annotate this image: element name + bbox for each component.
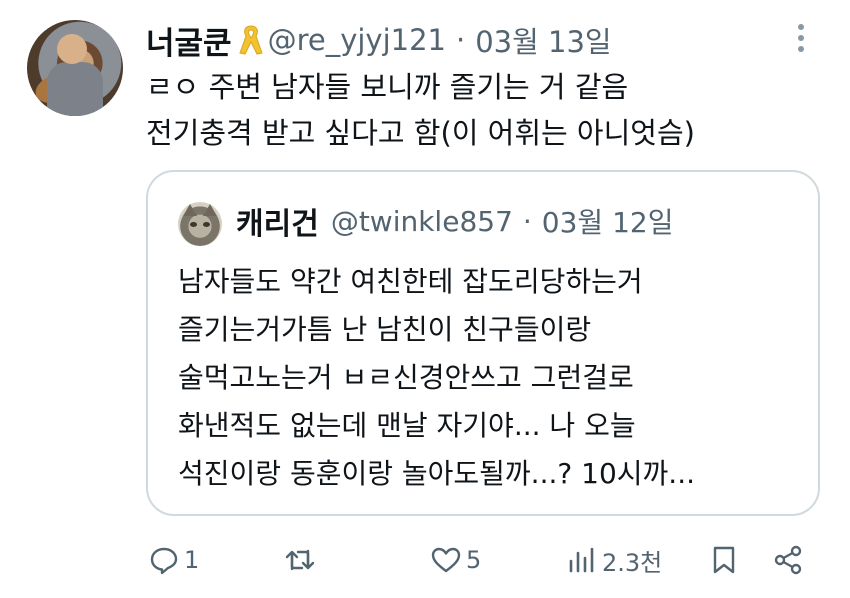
share-button[interactable] (772, 536, 804, 584)
separator-dot: · (455, 23, 466, 57)
tweet-text-line: ㄹㅇ 주변 남자들 보니까 즐기는 거 같음 (146, 70, 629, 104)
quoted-author-avatar (178, 202, 222, 246)
tweet-action-bar: 1 5 2.3천 (0, 536, 850, 584)
quoted-text-line: 화낸적도 없는데 맨날 자기야... 나 오늘 (178, 409, 636, 442)
avatar-body-shape (47, 62, 103, 116)
retweet-icon (285, 549, 315, 571)
quoted-tweet-date: 03월 12일 (541, 206, 674, 239)
quoted-text-line: 남자들도 약간 여친한테 잡도리당하는거 (178, 265, 643, 298)
retweet-button[interactable] (284, 536, 320, 584)
heart-icon (431, 547, 461, 573)
reply-button[interactable]: 1 (148, 536, 199, 584)
quoted-text-line: 석진이랑 동훈이랑 놀아도될까...? 10시까... (178, 457, 695, 490)
quoted-tweet-header: 캐리건 @twinkle857 · 03월 12일 (236, 198, 673, 244)
reply-icon (150, 547, 178, 575)
quoted-text-line: 술먹고노는거 ㅂㄹ신경안쓰고 그런걸로 (178, 361, 634, 394)
quoted-text-line: 즐기는거가틈 난 남친이 친구들이랑 (178, 313, 592, 346)
author-display-name[interactable]: 너굴쿤 (146, 18, 232, 63)
quoted-tweet-card[interactable]: 캐리건 @twinkle857 · 03월 12일 남자들도 약간 여친한테 잡… (146, 170, 820, 516)
yellow-ribbon-icon (238, 25, 263, 55)
tweet-text-line: 전기충격 받고 싶다고 함(이 어휘는 아니엇슴) (146, 116, 695, 150)
share-icon (774, 545, 802, 575)
reply-count: 1 (184, 546, 200, 574)
separator-dot: · (522, 204, 532, 238)
tweet-date[interactable]: 03월 13일 (475, 19, 611, 61)
more-options-icon[interactable] (794, 24, 808, 56)
author-handle[interactable]: @re_yjyj121 (268, 23, 446, 57)
like-count: 5 (466, 546, 482, 574)
tweet-header: 너굴쿤 @re_yjyj121 · 03월 13일 (146, 17, 612, 63)
views-button[interactable]: 2.3천 (566, 536, 662, 584)
analytics-icon (569, 547, 594, 573)
bookmark-button[interactable] (708, 536, 740, 584)
quoted-author-display-name: 캐리건 (236, 207, 319, 242)
avatar-face-shape (57, 34, 87, 64)
views-count: 2.3천 (602, 548, 663, 577)
author-avatar[interactable] (27, 20, 123, 116)
bookmark-icon (713, 546, 735, 574)
quoted-author-handle: @twinkle857 (330, 204, 513, 238)
like-button[interactable]: 5 (430, 536, 481, 584)
